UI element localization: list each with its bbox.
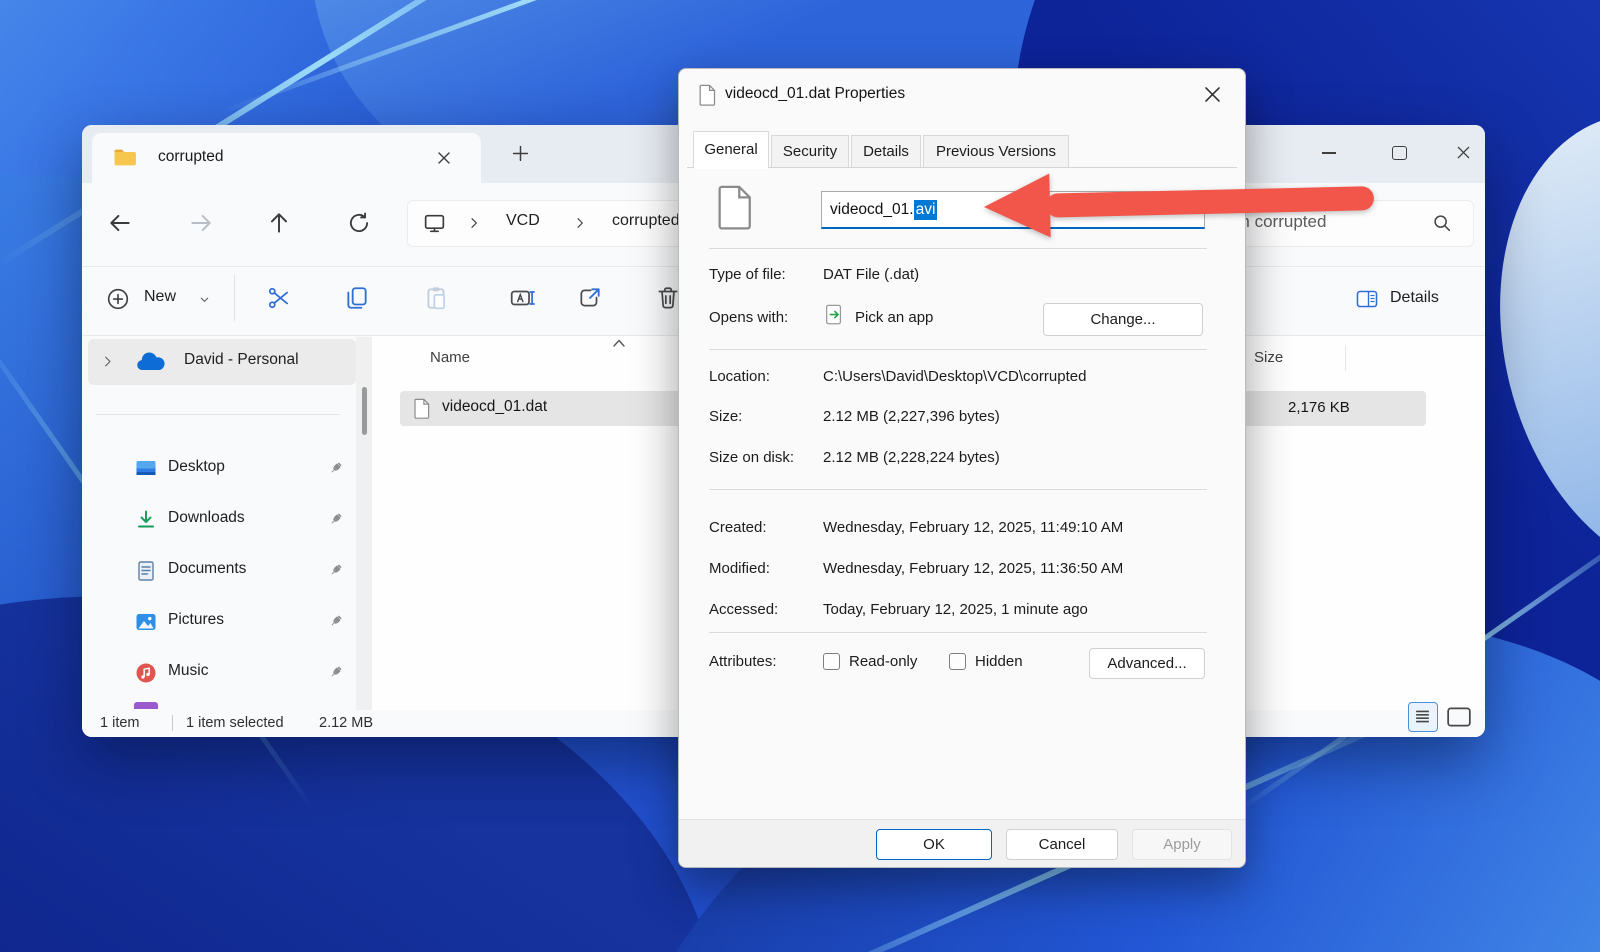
annotation-arrow	[984, 173, 1374, 238]
desktop: corrupted VCD corrupted Search corrupted	[0, 0, 1600, 952]
